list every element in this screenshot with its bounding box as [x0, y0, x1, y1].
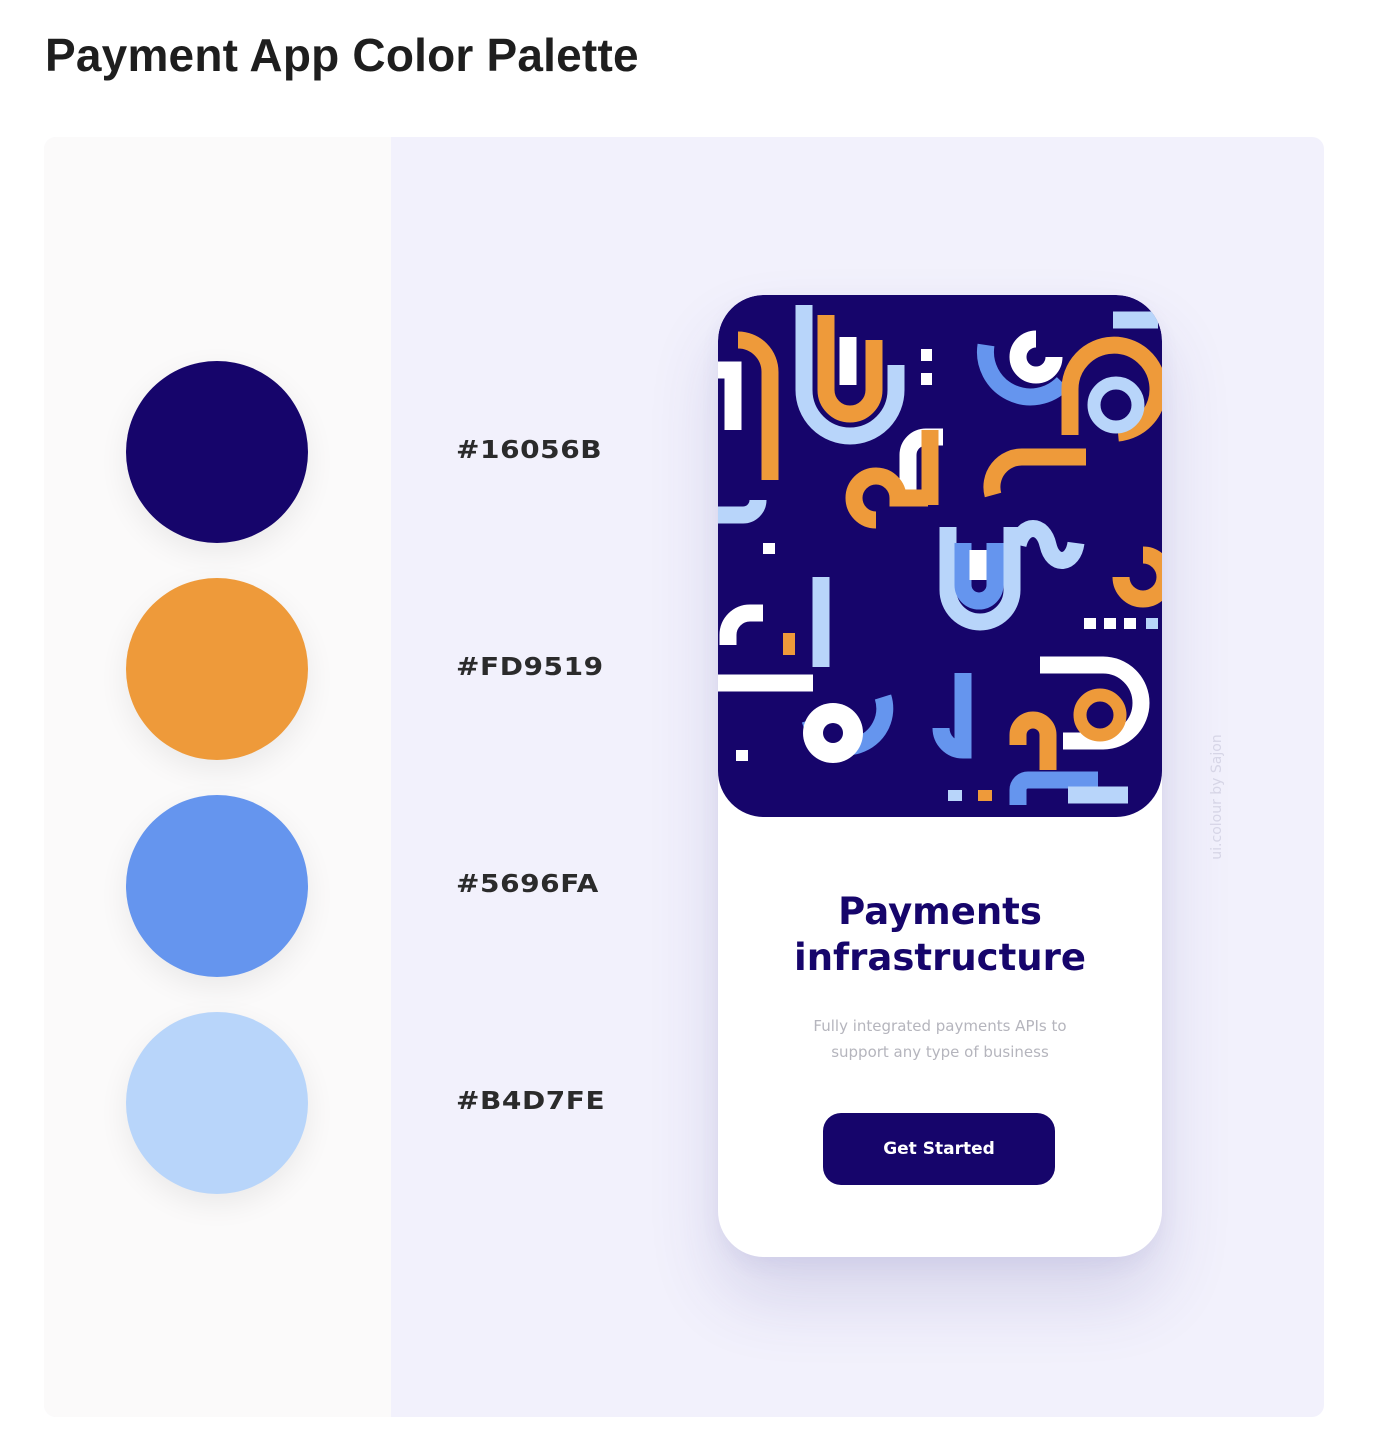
hex-label-blue: #5696FA [456, 869, 599, 898]
palette-card: #16056B #FD9519 #5696FA #B4D7FE Payments… [44, 137, 1324, 1417]
swatch-panel [44, 137, 391, 1417]
hex-label-orange: #FD9519 [456, 652, 604, 681]
hex-label-light-blue: #B4D7FE [456, 1086, 606, 1115]
phone-subtitle-line-2: support any type of business [831, 1043, 1049, 1061]
phone-pattern-illustration [718, 295, 1162, 817]
phone-heading-line-1: Payments [838, 890, 1042, 933]
phone-subtitle: Fully integrated payments APIs to suppor… [718, 1013, 1162, 1065]
swatch-blue [126, 795, 308, 977]
hex-label-navy: #16056B [456, 435, 603, 464]
phone-heading-line-2: infrastructure [794, 936, 1086, 979]
get-started-button[interactable]: Get Started [823, 1113, 1055, 1185]
phone-mockup: Payments infrastructure Fully integrated… [718, 295, 1162, 1257]
swatch-light-blue [126, 1012, 308, 1194]
abstract-pattern-graphic [718, 305, 1162, 805]
swatch-orange [126, 578, 308, 760]
phone-subtitle-line-1: Fully integrated payments APIs to [813, 1017, 1067, 1035]
swatch-navy [126, 361, 308, 543]
watermark-credit: ui.colour by Sajon [1209, 734, 1225, 860]
phone-heading: Payments infrastructure [718, 889, 1162, 981]
page-title: Payment App Color Palette [45, 29, 639, 81]
